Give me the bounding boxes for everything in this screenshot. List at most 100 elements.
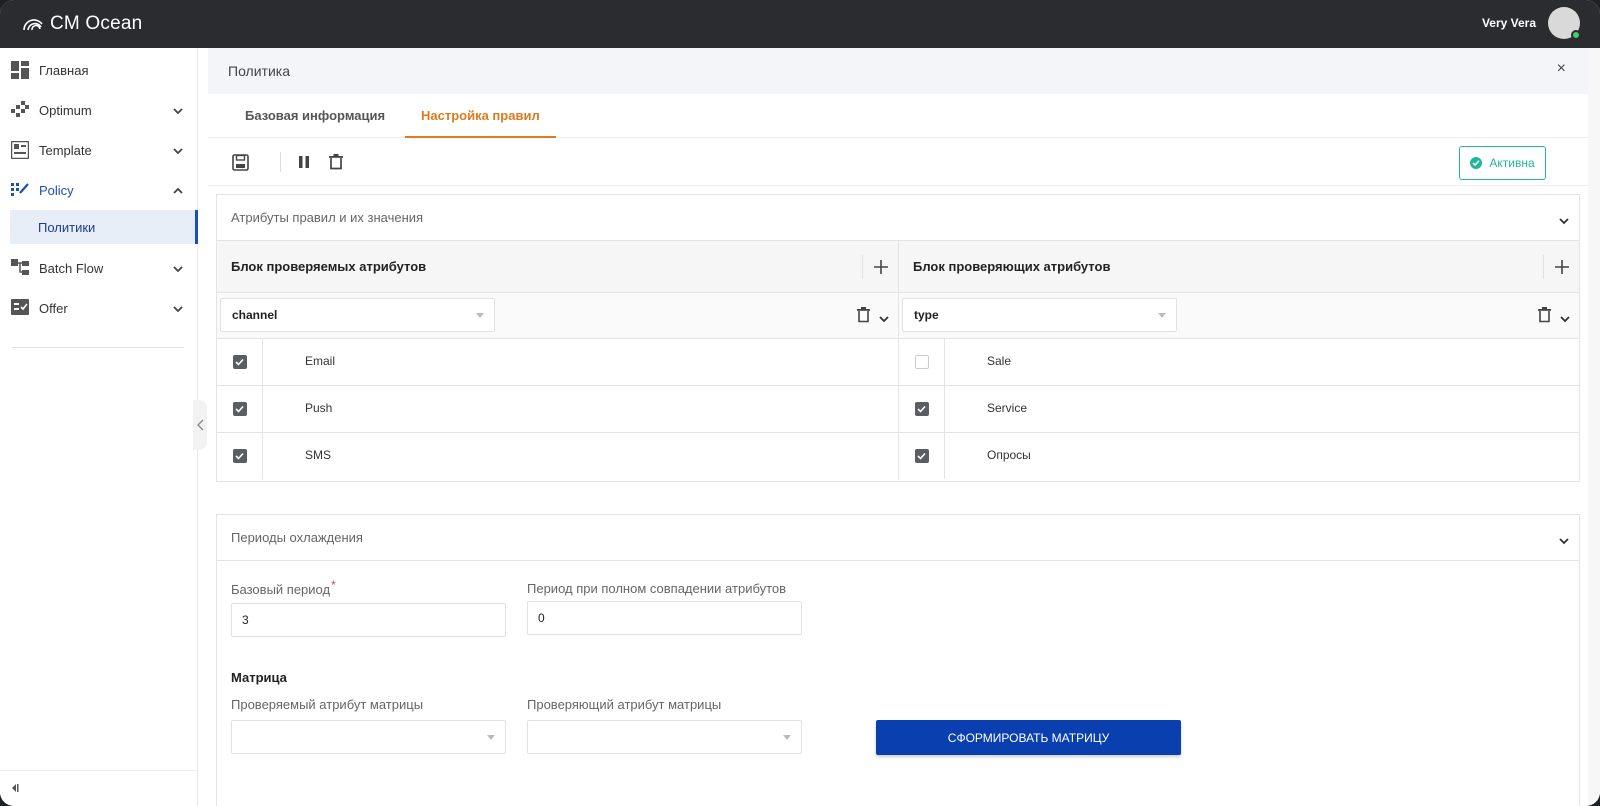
option-label: Sale bbox=[987, 354, 1012, 368]
block-title: Блок проверяемых атрибутов bbox=[231, 259, 427, 274]
list-item: Email bbox=[217, 339, 898, 386]
base-period-input[interactable]: 3 bbox=[231, 603, 506, 637]
collapse-sidebar-icon[interactable] bbox=[10, 781, 20, 796]
build-matrix-button[interactable]: СФОРМИРОВАТЬ МАТРИЦУ bbox=[876, 720, 1181, 755]
sidebar-item-optimum[interactable]: Optimum bbox=[0, 90, 197, 130]
cooling-periods-header[interactable]: Периоды охлаждения bbox=[217, 515, 1579, 561]
option-label: SMS bbox=[305, 448, 332, 462]
checkbox-cell bbox=[899, 386, 945, 432]
app-window: CM Ocean Very Vera Главная Optimum Templ… bbox=[0, 0, 1600, 806]
top-bar: CM Ocean Very Vera bbox=[0, 0, 1600, 48]
checking-attributes-block: Блок проверяющих атрибутов type Sale Ser… bbox=[899, 241, 1579, 480]
section-title: Периоды охлаждения bbox=[231, 530, 363, 545]
block-title: Блок проверяющих атрибутов bbox=[913, 259, 1111, 274]
chevron-down-icon[interactable] bbox=[879, 311, 889, 326]
offer-icon bbox=[10, 298, 30, 318]
section-title: Атрибуты правил и их значения bbox=[231, 210, 424, 225]
checked-matrix-attr-select[interactable] bbox=[231, 720, 506, 754]
rule-attributes-section: Атрибуты правил и их значения Блок прове… bbox=[216, 194, 1580, 482]
tab-rule-settings[interactable]: Настройка правил bbox=[405, 94, 556, 138]
sidebar-item-label: Batch Flow bbox=[39, 260, 104, 276]
option-label: Email bbox=[305, 354, 336, 368]
pause-icon[interactable] bbox=[294, 152, 314, 172]
checkbox-checked[interactable] bbox=[232, 402, 247, 416]
chevron-down-icon bbox=[173, 261, 183, 276]
toolbar: Активна bbox=[208, 138, 1588, 186]
template-icon bbox=[10, 140, 30, 160]
input-value: 0 bbox=[538, 611, 545, 625]
trash-icon[interactable] bbox=[1538, 307, 1551, 326]
sidebar-item-offer[interactable]: Offer bbox=[0, 288, 197, 328]
list-item: SMS bbox=[217, 433, 898, 480]
sidebar-item-home[interactable]: Главная bbox=[0, 50, 197, 90]
trash-icon[interactable] bbox=[326, 152, 346, 172]
panel-title: Политика bbox=[228, 63, 290, 79]
select-value: channel bbox=[232, 308, 278, 322]
status-active-button[interactable]: Активна bbox=[1459, 146, 1546, 180]
app-logo[interactable]: CM Ocean bbox=[22, 13, 142, 35]
add-checking-attribute-button[interactable] bbox=[1543, 255, 1579, 279]
full-match-period-label: Период при полном совпадении атрибутов bbox=[527, 581, 787, 596]
checkbox-checked[interactable] bbox=[232, 449, 247, 463]
chevron-up-icon bbox=[173, 183, 183, 198]
select-value: type bbox=[914, 308, 939, 322]
chevron-down-icon bbox=[173, 143, 183, 158]
checking-attribute-select[interactable]: type bbox=[902, 298, 1177, 332]
checking-attribute-options: Sale Service Опросы bbox=[899, 339, 1579, 480]
close-icon[interactable]: × bbox=[1557, 60, 1566, 78]
chevron-down-icon bbox=[173, 103, 183, 118]
checkbox-checked[interactable] bbox=[232, 355, 247, 369]
full-match-period-input[interactable]: 0 bbox=[527, 601, 802, 635]
policy-panel: Политика × Базовая информация Настройка … bbox=[208, 48, 1588, 806]
option-label: Service bbox=[987, 401, 1028, 415]
sidebar: Главная Optimum Template Policy Политики bbox=[0, 48, 198, 806]
tab-basic-info[interactable]: Базовая информация bbox=[245, 94, 385, 138]
save-icon[interactable] bbox=[230, 152, 250, 172]
base-period-label-text: Базовый период bbox=[231, 582, 331, 597]
app-logo-text: CM Ocean bbox=[50, 13, 143, 34]
sidebar-footer bbox=[0, 770, 198, 806]
checking-attribute-row: type bbox=[899, 293, 1579, 339]
checking-matrix-attr-select[interactable] bbox=[527, 720, 802, 754]
toolbar-divider bbox=[280, 152, 281, 172]
chevron-down-icon bbox=[1559, 533, 1569, 548]
sidebar-divider bbox=[12, 347, 184, 348]
input-value: 3 bbox=[242, 613, 249, 627]
sidebar-item-label: Template bbox=[39, 142, 92, 158]
sidebar-item-policy[interactable]: Policy bbox=[0, 170, 197, 210]
sidebar-item-label: Главная bbox=[39, 62, 89, 78]
checking-matrix-attr-label: Проверяющий атрибут матрицы bbox=[527, 697, 722, 712]
checked-attributes-block: Блок проверяемых атрибутов channel Email… bbox=[217, 241, 899, 480]
sidebar-item-policies[interactable]: Политики bbox=[10, 210, 198, 244]
status-label: Активна bbox=[1489, 156, 1535, 170]
chevron-down-icon[interactable] bbox=[1560, 311, 1570, 326]
checkbox-unchecked[interactable] bbox=[914, 355, 929, 369]
scrollbar[interactable] bbox=[1588, 48, 1600, 806]
checked-attribute-select[interactable]: channel bbox=[220, 298, 495, 332]
optimum-icon bbox=[10, 100, 30, 120]
chevron-down-icon bbox=[173, 301, 183, 316]
sidebar-item-label: Policy bbox=[39, 182, 74, 198]
check-circle-icon bbox=[1470, 157, 1483, 169]
cooling-periods-section: Периоды охлаждения Базовый период* 3 Пер… bbox=[216, 514, 1580, 806]
add-checked-attribute-button[interactable] bbox=[862, 255, 898, 279]
sidebar-item-template[interactable]: Template bbox=[0, 130, 197, 170]
list-item: Service bbox=[899, 386, 1579, 433]
chevron-down-icon bbox=[1559, 213, 1569, 228]
checkbox-checked[interactable] bbox=[914, 449, 929, 463]
trash-icon[interactable] bbox=[857, 307, 870, 326]
online-status-icon bbox=[1571, 30, 1581, 40]
rule-attributes-header[interactable]: Атрибуты правил и их значения bbox=[217, 195, 1579, 241]
panel-header: Политика × bbox=[208, 48, 1588, 94]
checkbox-checked[interactable] bbox=[914, 402, 929, 416]
caret-down-icon bbox=[1158, 313, 1166, 318]
user-menu[interactable]: Very Vera bbox=[1482, 7, 1581, 40]
checkbox-cell bbox=[217, 433, 263, 479]
checkbox-cell bbox=[899, 339, 945, 385]
sidebar-item-batch-flow[interactable]: Batch Flow bbox=[0, 248, 197, 288]
avatar[interactable] bbox=[1548, 7, 1581, 40]
sidebar-collapse-handle[interactable] bbox=[193, 400, 207, 450]
chevron-left-icon bbox=[196, 419, 203, 431]
checked-attributes-header: Блок проверяемых атрибутов bbox=[217, 241, 898, 293]
policy-icon bbox=[10, 180, 30, 200]
